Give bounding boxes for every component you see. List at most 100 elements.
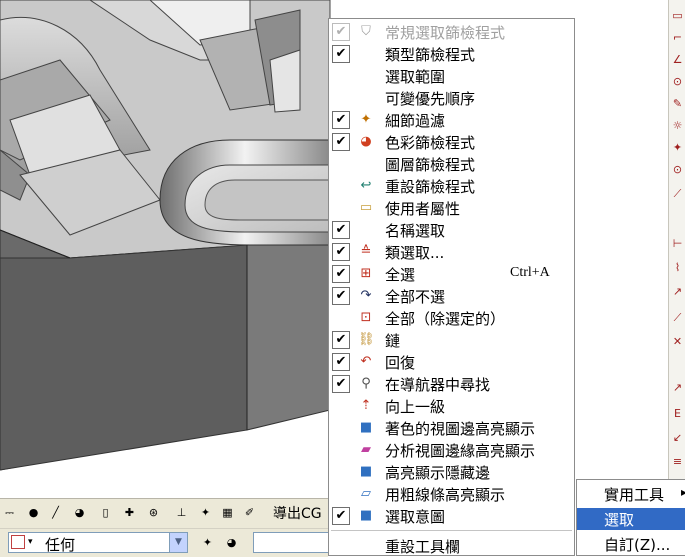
- submenu-arrow-icon: ▸: [681, 485, 685, 499]
- tool-icon[interactable]: ↗: [670, 284, 685, 299]
- tool-icon[interactable]: ⟋: [670, 186, 685, 201]
- menu-item-label: 重設篩檢程式: [385, 178, 476, 196]
- checkmark-icon: ✔: [332, 507, 350, 525]
- point-icon[interactable]: ●: [24, 503, 43, 522]
- arc-icon[interactable]: ◕: [70, 503, 89, 522]
- menu-item[interactable]: ▱ 用粗線條高亮顯示: [329, 483, 574, 505]
- submenu-item[interactable]: 實用工具 ▸: [577, 483, 685, 505]
- tool-icon[interactable]: ⊢: [670, 236, 685, 251]
- menu-item[interactable]: 可變優先順序: [329, 87, 574, 109]
- tool-icon[interactable]: ≡: [670, 454, 685, 469]
- analysis-cube-icon: ▰: [361, 442, 371, 457]
- menu-item[interactable]: ✔ 名稱選取: [329, 219, 574, 241]
- checkmark-icon: ✔: [332, 243, 350, 261]
- menu-item-label: 常規選取篩檢程式: [385, 24, 506, 42]
- selection-context-menu: ✔ ⛉ 常規選取篩檢程式 ✔ 類型篩檢程式 選取範圍 可變優先順序 ✔ ✦ 細節過濾 ✔ ◕ 色彩篩檢程…: [328, 18, 575, 556]
- axis-icon[interactable]: ⊥: [172, 503, 191, 522]
- selection-field[interactable]: [253, 532, 328, 553]
- tool-icon[interactable]: ⌇: [670, 260, 685, 275]
- tool-icon[interactable]: ↗: [670, 380, 685, 395]
- menu-item-reset-toolbar[interactable]: 重設工具欄: [329, 535, 574, 557]
- tool-icon[interactable]: ▭: [670, 8, 685, 23]
- menu-item-label: 著色的視圖邊高亮顯示: [385, 420, 536, 438]
- menu-item-label: 在導航器中尋找: [385, 376, 491, 394]
- menu-item[interactable]: ✔ ■ 選取意圖: [329, 505, 574, 527]
- tool-icon[interactable]: ⊙: [670, 74, 685, 89]
- checkmark-icon: ✔: [332, 111, 350, 129]
- menu-item-label: 名稱選取: [385, 222, 446, 240]
- chevron-down-icon: ▾: [28, 537, 33, 547]
- up-one-level-icon: ⇡: [360, 398, 372, 413]
- menu-item-label: 選取範圍: [385, 68, 446, 86]
- palette-icon[interactable]: ◕: [222, 533, 241, 552]
- menu-item[interactable]: ▰ 分析視圖邊緣高亮顯示: [329, 439, 574, 461]
- menu-item[interactable]: ■ 高亮顯示隱藏邊: [329, 461, 574, 483]
- grid-icon[interactable]: ▦: [218, 503, 237, 522]
- menu-item-label: 選取意圖: [385, 508, 446, 526]
- export-cg-button[interactable]: 導出CG: [273, 503, 322, 523]
- checkmark-icon: ✔: [332, 287, 350, 305]
- menu-item[interactable]: ↩ 重設篩檢程式: [329, 175, 574, 197]
- checkmark-icon: ✔: [332, 331, 350, 349]
- submenu-item-label: 選取: [604, 511, 635, 529]
- tool-icon[interactable]: ⌐: [670, 30, 685, 45]
- tool-icon[interactable]: ✦: [670, 140, 685, 155]
- submenu-item[interactable]: 選取: [577, 508, 685, 530]
- submenu-item[interactable]: 自訂(Z)...: [577, 533, 685, 555]
- select-all-icon: ⊞: [360, 266, 372, 281]
- tool-icon[interactable]: ✕: [670, 334, 685, 349]
- menu-item[interactable]: ⇡ 向上一級: [329, 395, 574, 417]
- checkmark-icon: ✔: [332, 45, 350, 63]
- filter-icon[interactable]: ✦: [196, 503, 215, 522]
- tool-icon[interactable]: ⊙: [670, 162, 685, 177]
- pencil-icon[interactable]: ✐: [240, 503, 259, 522]
- selection-intent-cube-icon: ■: [359, 508, 373, 523]
- menu-item[interactable]: ✔ ✦ 細節過濾: [329, 109, 574, 131]
- tool-icon[interactable]: ∠: [670, 52, 685, 67]
- menu-item[interactable]: ✔ ≙ 類選取...: [329, 241, 574, 263]
- thick-line-cube-icon: ▱: [361, 486, 371, 501]
- type-filter-dropdown[interactable]: ▾ 任何 ▼: [8, 532, 188, 554]
- menu-item[interactable]: ⊡ 全部（除選定的）: [329, 307, 574, 329]
- tool-icon[interactable]: ✎: [670, 96, 685, 111]
- menu-item-label: 可變優先順序: [385, 90, 476, 108]
- menu-item[interactable]: ■ 著色的視圖邊高亮顯示: [329, 417, 574, 439]
- target-icon[interactable]: ⊛: [144, 503, 163, 522]
- menu-item[interactable]: 圖層篩檢程式: [329, 153, 574, 175]
- menu-item: ✔ ⛉ 常規選取篩檢程式: [329, 21, 574, 43]
- checkmark-icon: ✔: [332, 221, 350, 239]
- menu-item[interactable]: 選取範圍: [329, 65, 574, 87]
- line-icon[interactable]: ╱: [46, 503, 65, 522]
- tool-icon[interactable]: E: [670, 406, 685, 421]
- menu-item-label: 鏈: [385, 332, 401, 350]
- navigator-find-icon: ⚲: [361, 376, 371, 391]
- class-select-icon: ≙: [360, 244, 372, 259]
- dropdown-arrow-icon[interactable]: ▼: [169, 533, 187, 552]
- tool-icon[interactable]: ⟋: [670, 310, 685, 325]
- tool-icon[interactable]: ☼: [670, 118, 685, 133]
- deselect-all-icon: ↷: [360, 288, 372, 303]
- checkmark-icon: ✔: [332, 353, 350, 371]
- submenu-item-label: 自訂(Z)...: [604, 536, 671, 554]
- plus-icon[interactable]: ✚: [120, 503, 139, 522]
- menu-item[interactable]: ✔ ↶ 回復: [329, 351, 574, 373]
- menu-item[interactable]: ✔ ⊞ 全選 Ctrl+A: [329, 263, 574, 285]
- menu-item-label: 全選: [385, 266, 416, 284]
- snap-icon[interactable]: ⎓: [0, 503, 19, 522]
- menu-item[interactable]: ▭ 使用者屬性: [329, 197, 574, 219]
- menu-item-label: 分析視圖邊緣高亮顯示: [385, 442, 536, 460]
- shaded-cube-icon: ■: [359, 420, 373, 435]
- menu-item[interactable]: ✔ ◕ 色彩篩檢程式: [329, 131, 574, 153]
- menu-item[interactable]: ✔ ↷ 全部不選: [329, 285, 574, 307]
- menu-item-label: 圖層篩檢程式: [385, 156, 476, 174]
- menu-item[interactable]: ✔ ⚲ 在導航器中尋找: [329, 373, 574, 395]
- right-toolbar-strip: ▭ ⌐ ∠ ⊙ ✎ ☼ ✦ ⊙ ⟋ ⊢ ⌇ ↗ ⟋ ✕ ↗ E ↙ ≡: [668, 0, 685, 498]
- menu-separator: [331, 530, 572, 531]
- tool-icon[interactable]: ↙: [670, 430, 685, 445]
- menu-item[interactable]: ✔ 類型篩檢程式: [329, 43, 574, 65]
- detail-filter-icon: ✦: [360, 112, 372, 127]
- menu-item[interactable]: ✔ ⛓ 鏈: [329, 329, 574, 351]
- box-icon[interactable]: ▯: [96, 503, 115, 522]
- detail-filter-icon[interactable]: ✦: [198, 533, 217, 552]
- checkmark-icon: ✔: [332, 375, 350, 393]
